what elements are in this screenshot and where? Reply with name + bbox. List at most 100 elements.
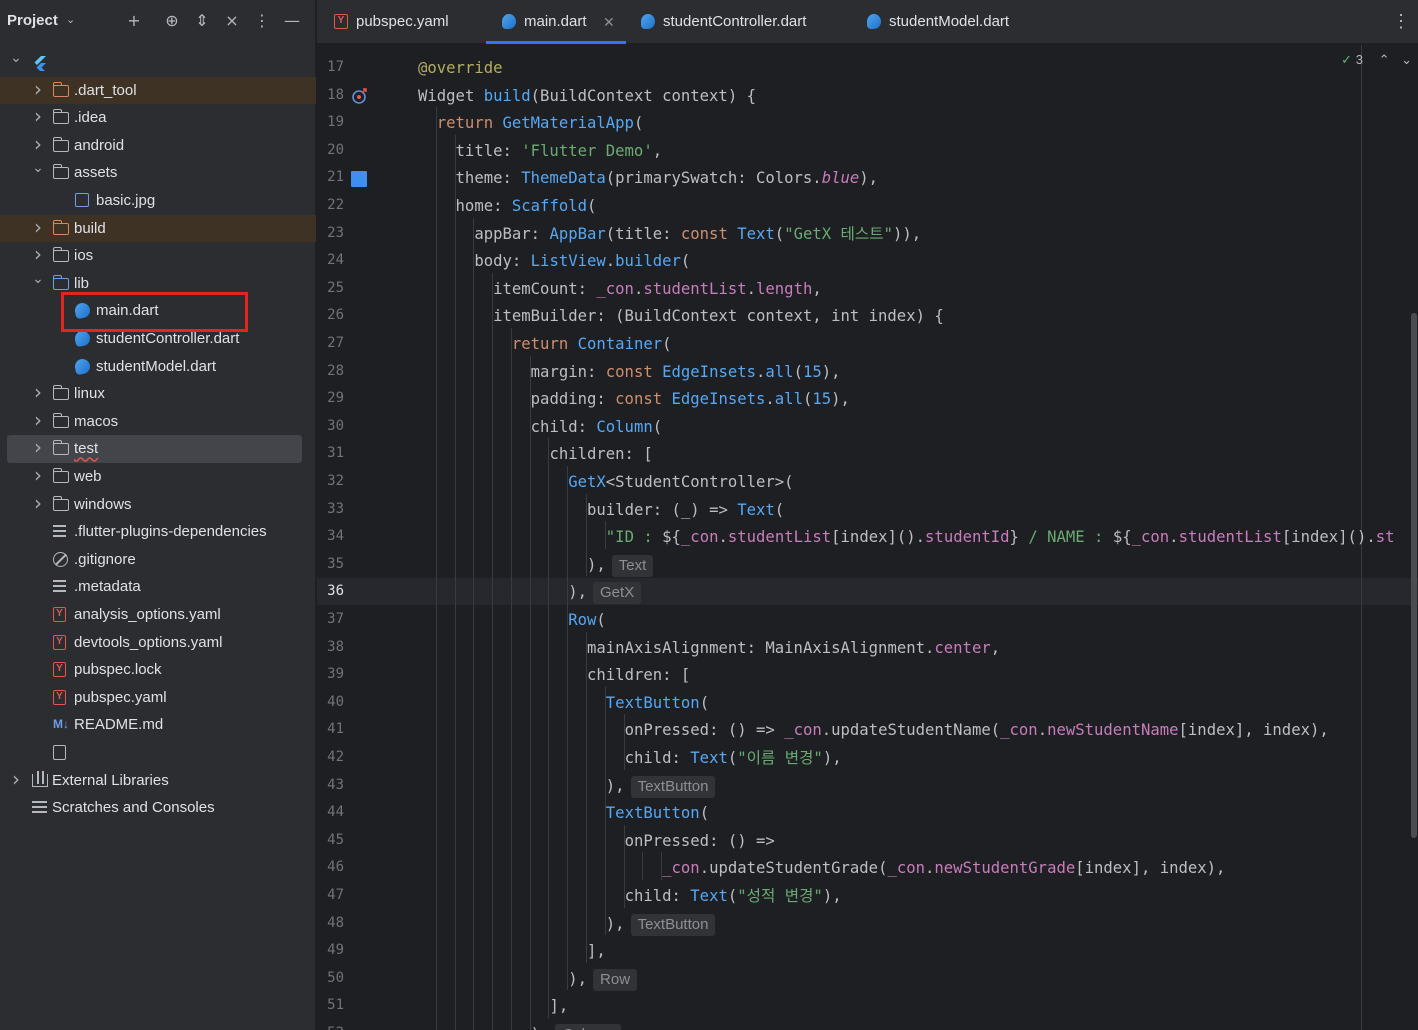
line-number[interactable]: 27 [317, 335, 344, 351]
inspection-widget[interactable]: ✓ 3 ⌃ ⌄ [1341, 52, 1412, 68]
line-number[interactable]: 47 [317, 887, 344, 903]
tree-item-macos[interactable]: › macos [0, 408, 316, 436]
tab-pubspec-yaml[interactable]: Y pubspec.yaml [334, 0, 484, 44]
tree-item-web[interactable]: › web [0, 463, 316, 491]
vertical-scrollbar[interactable] [1411, 313, 1417, 838]
locate-icon[interactable]: ⊕ [161, 10, 183, 32]
tree-item-ios[interactable]: › ios [0, 242, 316, 270]
line-number[interactable]: 38 [317, 639, 344, 655]
tree-item-gitignore[interactable]: .gitignore [0, 546, 316, 574]
options-menu-icon[interactable]: ⋮ [251, 10, 273, 32]
tab-main-dart[interactable]: main.dart ✕ [486, 0, 626, 44]
line-number[interactable]: 48 [317, 915, 344, 931]
line-number[interactable]: 23 [317, 225, 344, 241]
tree-item-build[interactable]: › build [0, 214, 316, 243]
tree-item-linux[interactable]: › linux [0, 380, 316, 408]
line-number[interactable]: 41 [317, 721, 344, 737]
tab-actions-icon[interactable]: ⋮ [1392, 0, 1410, 42]
override-marker-icon[interactable] [351, 87, 369, 105]
line-number[interactable]: 40 [317, 694, 344, 710]
line-number[interactable]: 42 [317, 749, 344, 765]
tree-item-android[interactable]: › android [0, 132, 316, 160]
tab-student-controller-dart[interactable]: studentController.dart [641, 0, 841, 44]
tree-item-idea[interactable]: › .idea [0, 104, 316, 132]
line-number[interactable]: 33 [317, 501, 344, 517]
line-number[interactable]: 43 [317, 777, 344, 793]
tree-item-test[interactable]: › test [7, 435, 302, 463]
tree-item-blank[interactable] [0, 739, 316, 767]
tree-item-readme-md[interactable]: M↓ README.md [0, 711, 316, 739]
chevron-right-icon[interactable]: › [31, 131, 45, 158]
chevron-down-icon[interactable]: ⌄ [9, 45, 23, 72]
line-number[interactable]: 46 [317, 859, 344, 875]
tree-item-basic-jpg[interactable]: basic.jpg [0, 187, 316, 215]
chevron-right-icon[interactable]: › [31, 462, 45, 489]
line-number[interactable]: 30 [317, 418, 344, 434]
chevron-right-icon[interactable]: › [31, 76, 45, 103]
line-number[interactable]: 34 [317, 528, 344, 544]
chevron-down-icon[interactable]: ⌄ [31, 155, 45, 182]
line-number[interactable]: 24 [317, 252, 344, 268]
line-number[interactable]: 31 [317, 445, 344, 461]
line-number[interactable]: 32 [317, 473, 344, 489]
chevron-right-icon[interactable]: › [31, 434, 45, 461]
chevron-up-icon[interactable]: ⌃ [1379, 52, 1390, 67]
hide-panel-icon[interactable]: — [281, 10, 303, 32]
line-number[interactable]: 52 [317, 1025, 344, 1030]
add-icon[interactable]: + [123, 10, 145, 32]
tree-item-windows[interactable]: › windows [0, 491, 316, 519]
tab-student-model-dart[interactable]: studentModel.dart [867, 0, 1047, 44]
line-number[interactable]: 17 [317, 59, 344, 75]
chevron-right-icon[interactable]: › [31, 407, 45, 434]
close-icon[interactable]: ✕ [603, 0, 615, 44]
tree-item-dart-tool[interactable]: › .dart_tool [0, 76, 316, 105]
line-number[interactable]: 45 [317, 832, 344, 848]
chevron-down-icon[interactable]: ⌄ [66, 13, 75, 26]
tree-item-devtools-options-yaml[interactable]: Ydevtools_options.yaml [0, 629, 316, 657]
tree-item-studentmodel-dart[interactable]: studentModel.dart [0, 353, 316, 381]
line-number[interactable]: 29 [317, 390, 344, 406]
chevron-right-icon[interactable]: › [31, 241, 45, 268]
line-number[interactable]: 21 [317, 169, 344, 185]
tree-item-flutter-plugins-dependencies[interactable]: .flutter-plugins-dependencies [0, 518, 316, 546]
chevron-down-icon[interactable]: ⌄ [31, 266, 45, 293]
tree-item-analysis-options-yaml[interactable]: Yanalysis_options.yaml [0, 601, 316, 629]
line-number[interactable]: 19 [317, 114, 344, 130]
line-number[interactable]: 18 [317, 87, 344, 103]
collapse-all-icon[interactable]: × [221, 10, 243, 32]
chevron-right-icon[interactable]: › [31, 103, 45, 130]
chevron-right-icon[interactable]: › [31, 379, 45, 406]
line-number-gutter[interactable]: 17 18 19 20 21 22 23 24 25 26 27 28 29 30 31 32 33 34 35 36… [317, 45, 391, 1030]
color-swatch-icon[interactable] [351, 171, 367, 187]
tree-item-root[interactable]: ⌄ [0, 49, 316, 77]
line-number[interactable]: 26 [317, 307, 344, 323]
code-editor[interactable]: 17 18 19 20 21 22 23 24 25 26 27 28 29 30 31 32 33 34 35 36… [317, 45, 1418, 1030]
chevron-right-icon[interactable]: › [31, 214, 45, 241]
chevron-right-icon[interactable]: › [31, 490, 45, 517]
line-number[interactable]: 37 [317, 611, 344, 627]
line-number[interactable]: 25 [317, 280, 344, 296]
chevron-right-icon[interactable]: › [9, 766, 23, 793]
expand-all-icon[interactable]: ⇕ [191, 10, 213, 32]
tree-item-pubspec-yaml[interactable]: Ypubspec.yaml [0, 684, 316, 712]
tree-item-scratches-and-consoles[interactable]: Scratches and Consoles [0, 794, 316, 822]
tree-item-assets[interactable]: ⌄ assets [0, 159, 316, 187]
indent-guide [473, 852, 475, 880]
tree-item-external-libraries[interactable]: › External Libraries [0, 767, 316, 795]
line-number[interactable]: 20 [317, 142, 344, 158]
indent-guide [492, 797, 494, 825]
chevron-down-icon[interactable]: ⌄ [1401, 52, 1412, 67]
line-number[interactable]: 28 [317, 363, 344, 379]
ignore-file-icon [53, 551, 68, 567]
tree-item-metadata[interactable]: .metadata [0, 573, 316, 601]
line-number[interactable]: 22 [317, 197, 344, 213]
project-view-selector[interactable]: Project [7, 12, 58, 29]
line-number[interactable]: 35 [317, 556, 344, 572]
line-number[interactable]: 44 [317, 804, 344, 820]
line-number[interactable]: 49 [317, 942, 344, 958]
line-number[interactable]: 36 [317, 583, 344, 599]
line-number[interactable]: 50 [317, 970, 344, 986]
tree-item-pubspec-lock[interactable]: Ypubspec.lock [0, 656, 316, 684]
line-number[interactable]: 39 [317, 666, 344, 682]
line-number[interactable]: 51 [317, 997, 344, 1013]
